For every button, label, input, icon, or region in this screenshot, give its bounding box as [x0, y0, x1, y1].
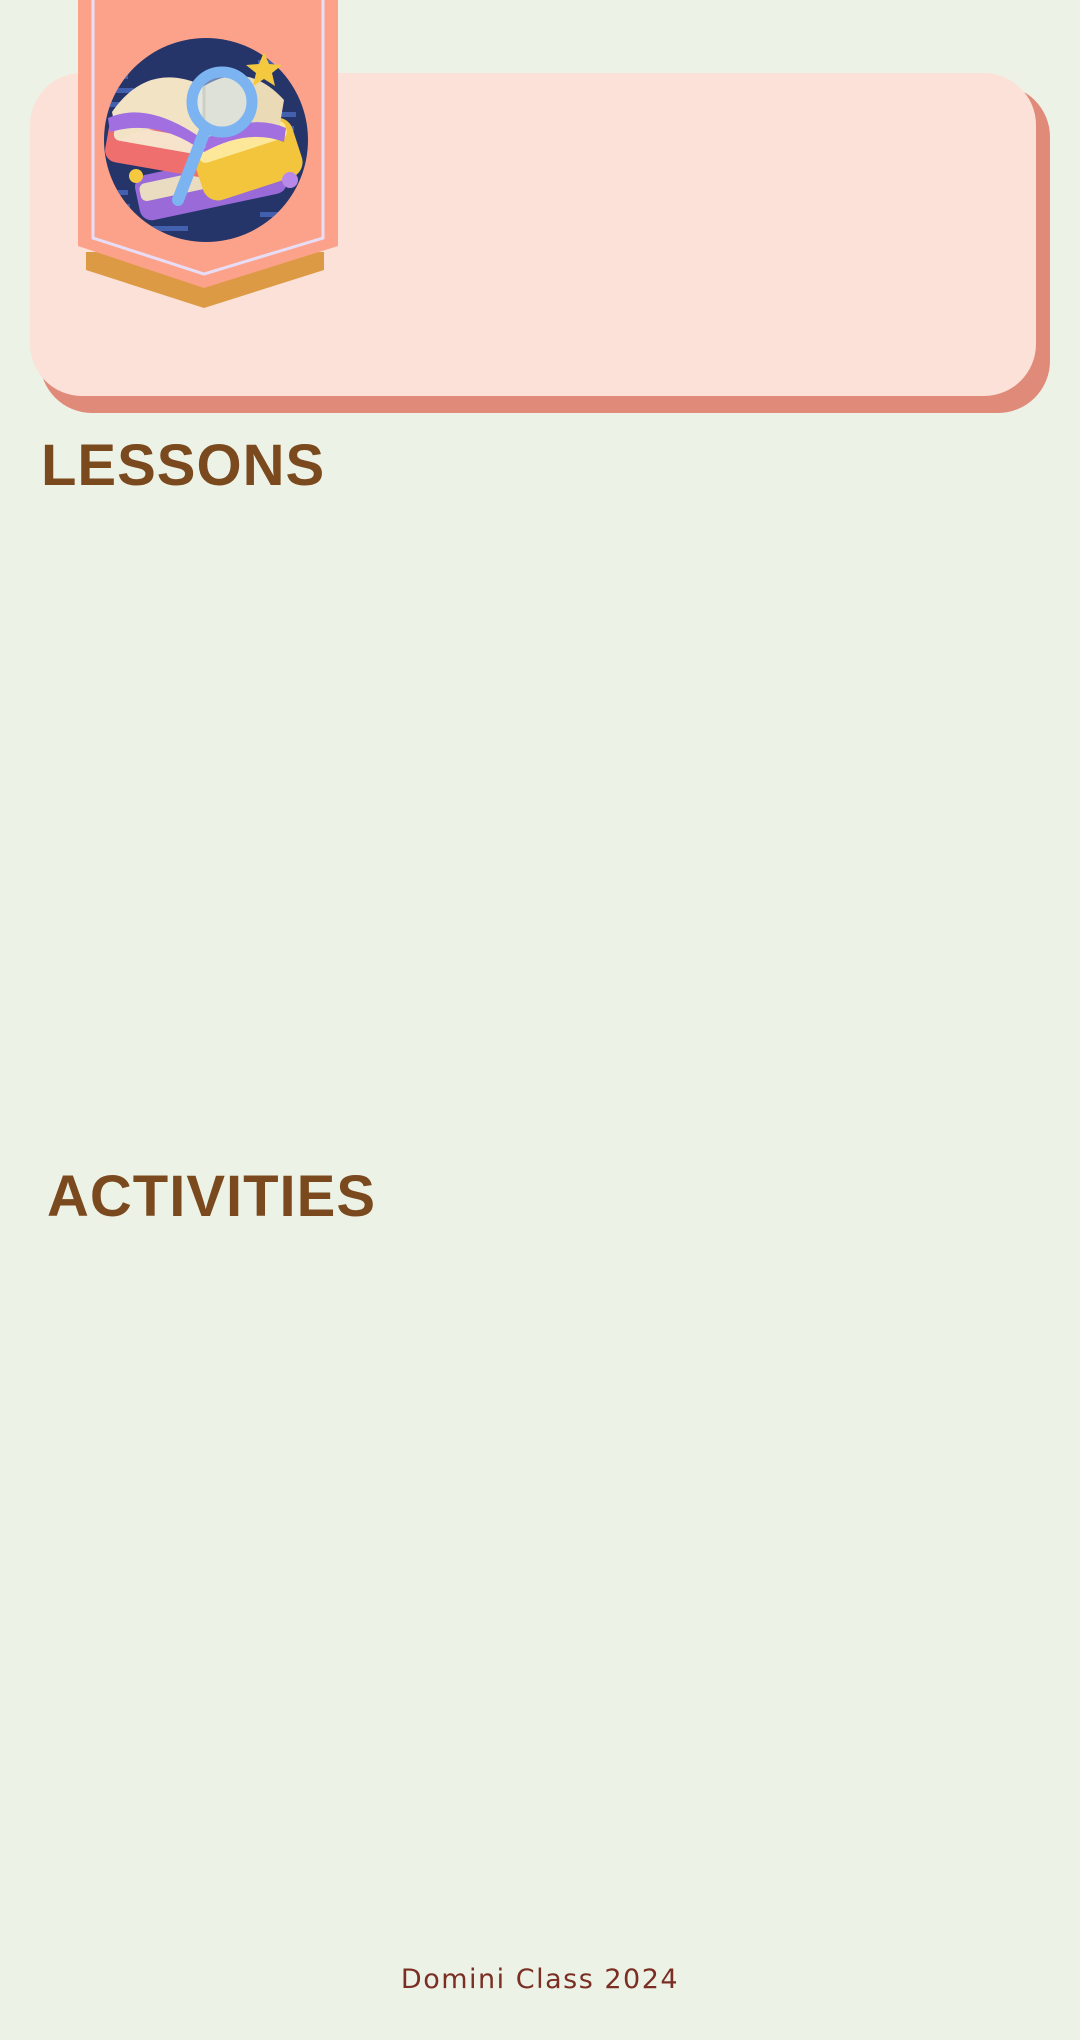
footer-text: Domini Class 2024: [400, 1964, 680, 1995]
header-banner: [78, 0, 338, 310]
lessons-heading: LESSONS: [41, 433, 326, 498]
books-magnifier-icon: [78, 0, 338, 308]
activities-heading: ACTIVITIES: [47, 1164, 377, 1229]
